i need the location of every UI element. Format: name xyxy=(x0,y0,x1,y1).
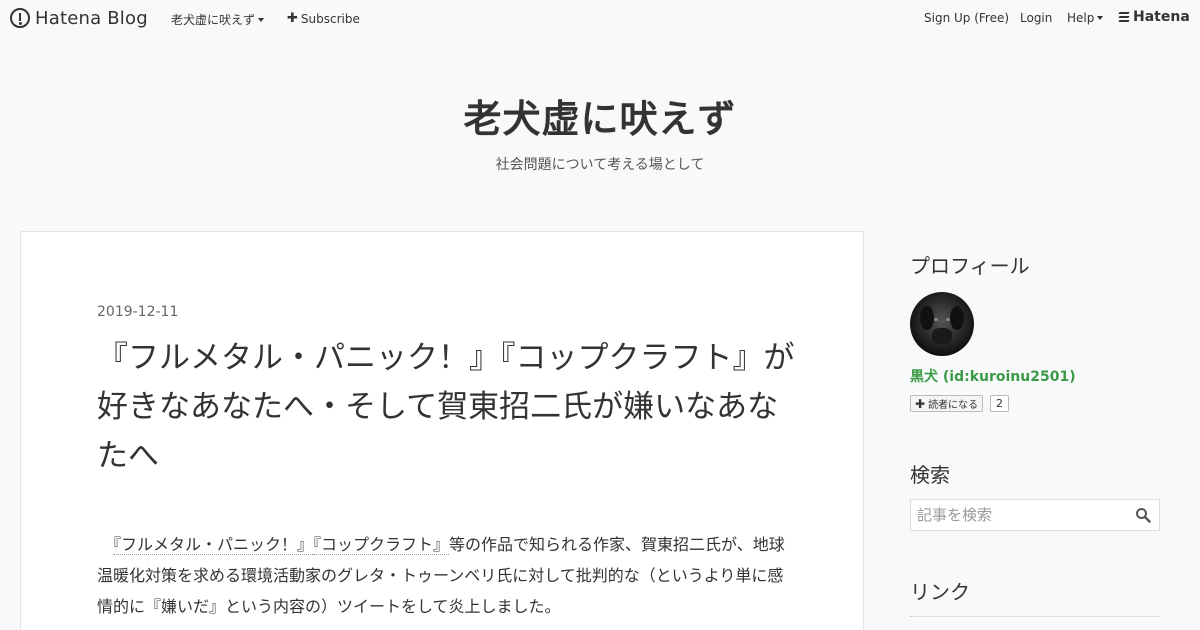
plus-icon: ✚ xyxy=(287,11,298,26)
link-title: リンク xyxy=(910,580,970,604)
hatena-link[interactable]: Hatena xyxy=(1118,9,1190,25)
entry-date[interactable]: 2019-12-11 xyxy=(97,304,178,320)
hatena-label: Hatena xyxy=(1133,9,1190,25)
entry-body: 『フルメタル・パニック！』『コップクラフト』等の作品で知られる作家、賀東招二氏が… xyxy=(97,529,787,622)
reader-count[interactable]: 2 xyxy=(990,395,1009,412)
profile-title: プロフィール xyxy=(910,254,1030,278)
hatena-logo-icon xyxy=(1118,10,1130,24)
entry-title[interactable]: 『フルメタル・パニック！』『コップクラフト』が好きなあなたへ・そして賀東招二氏が… xyxy=(97,334,797,481)
signup-label: Sign Up (Free) xyxy=(924,11,1010,25)
login-link[interactable]: Login xyxy=(1020,11,1052,25)
help-dropdown[interactable]: Help xyxy=(1067,11,1104,25)
subscribe-button[interactable]: ✚ Subscribe xyxy=(287,11,360,26)
blog-title[interactable]: 老犬虚に吠えず xyxy=(0,88,1200,143)
reader-button-label: 読者になる xyxy=(928,400,979,411)
search-title: 検索 xyxy=(910,463,950,487)
hatena-blog-logo-icon xyxy=(10,8,30,28)
profile-name-link[interactable]: 黒犬 (id:kuroinu2501) xyxy=(910,366,1076,386)
blog-menu-label: 老犬虚に吠えず xyxy=(171,13,256,27)
divider xyxy=(910,616,1160,617)
subscribe-label: Subscribe xyxy=(300,11,360,26)
black-dog-avatar[interactable] xyxy=(910,292,974,356)
blog-description: 社会問題について考える場として xyxy=(495,157,705,173)
caret-down-icon xyxy=(1097,16,1104,20)
hatena-blog-logo[interactable]: Hatena Blog xyxy=(10,7,148,29)
login-label: Login xyxy=(1020,11,1053,25)
global-header: Hatena Blog 老犬虚に吠えず ✚ Subscribe Sign Up … xyxy=(0,0,1200,36)
search-form xyxy=(910,499,1160,531)
signup-link[interactable]: Sign Up (Free) xyxy=(924,11,1009,25)
article: 2019-12-11 『フルメタル・パニック！』『コップクラフト』が好きなあなた… xyxy=(20,231,864,630)
plus-icon: ✚ xyxy=(915,396,926,411)
logo-text: Hatena Blog xyxy=(35,7,148,29)
subscribe-reader-button[interactable]: ✚ 読者になる xyxy=(910,395,984,412)
search-icon[interactable] xyxy=(1135,507,1151,523)
sidebar: プロフィール 黒犬 (id:kuroinu2501) ✚ 読者になる 2 検索 … xyxy=(910,250,1160,617)
keyword-link[interactable]: 『コップクラフト』 xyxy=(313,535,450,555)
caret-down-icon xyxy=(258,17,265,22)
search-input[interactable] xyxy=(911,500,1126,530)
blog-menu-dropdown[interactable]: 老犬虚に吠えず xyxy=(171,11,265,28)
help-label: Help xyxy=(1067,11,1095,25)
keyword-link[interactable]: 『フルメタル・パニック！』 xyxy=(113,535,314,555)
